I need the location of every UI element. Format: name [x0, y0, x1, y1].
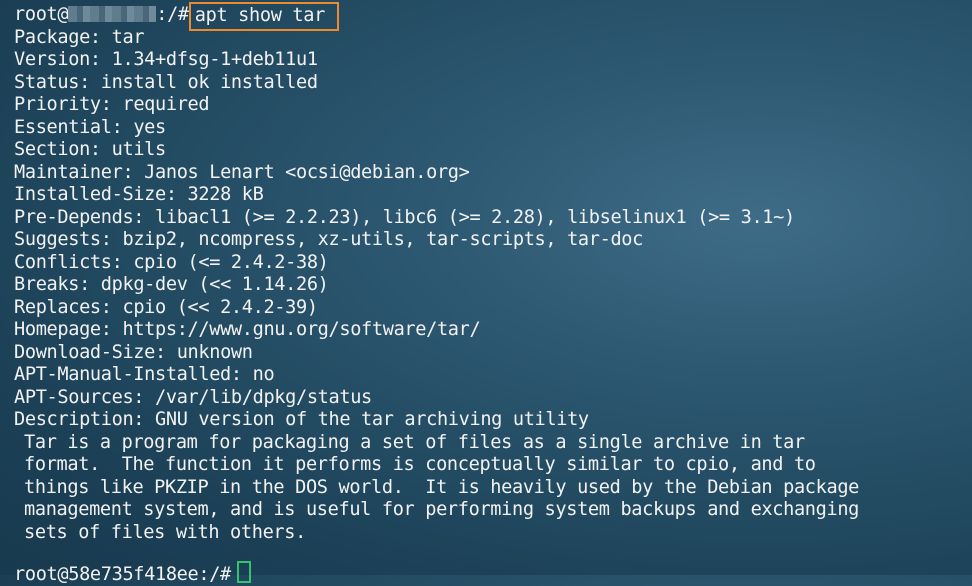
- field-separator: :: [100, 94, 123, 115]
- field-key: Breaks: [14, 274, 80, 295]
- field-value: cpio (<< 2.4.2-39): [122, 296, 318, 318]
- field-value: libacl1 (>= 2.2.23), libc6 (>= 2.28), li…: [155, 206, 795, 228]
- field-line: Maintainer: Janos Lenart <ocsi@debian.or…: [14, 162, 972, 185]
- prompt-user: root@: [14, 4, 69, 25]
- field-value: dpkg-dev (<< 1.14.26): [100, 274, 329, 295]
- field-line: Version: 1.34+dfsg-1+deb11u1: [14, 49, 972, 72]
- field-separator: :: [111, 251, 134, 273]
- field-separator: :: [100, 296, 123, 318]
- field-separator: :: [133, 206, 155, 228]
- field-key: Conflicts: [14, 251, 112, 273]
- field-key: Suggests: [14, 229, 101, 250]
- field-value: Janos Lenart <ocsi@debian.org>: [144, 161, 470, 183]
- description-line: Tar is a program for packaging a set of …: [24, 431, 805, 453]
- field-key: Section: [14, 139, 90, 160]
- description-line: management system, and is useful for per…: [24, 499, 860, 520]
- field-line: Pre-Depends: libacl1 (>= 2.2.23), libc6 …: [14, 207, 972, 230]
- field-key: Installed-Size: [14, 184, 166, 205]
- bottom-prompt-line[interactable]: root@58e735f418ee:/#: [14, 561, 251, 586]
- field-line: Description: GNU version of the tar arch…: [14, 409, 972, 432]
- field-separator: :: [122, 161, 145, 183]
- field-separator: :: [154, 341, 177, 363]
- field-key: Homepage: [14, 319, 101, 340]
- field-separator: :: [79, 71, 101, 93]
- field-key: Version: [14, 49, 90, 70]
- description-line: format. The function it performs is conc…: [24, 454, 816, 475]
- field-key: Essential: [14, 116, 112, 138]
- command-line: root@ :/# apt show tar: [14, 2, 972, 31]
- package-description: Tar is a program for packaging a set of …: [14, 432, 972, 545]
- field-value: https://www.gnu.org/software/tar/: [122, 319, 481, 340]
- command-highlight-box: apt show tar: [188, 2, 339, 31]
- field-value: install ok installed: [100, 71, 318, 93]
- field-value: no: [252, 364, 275, 385]
- field-value: unknown: [176, 341, 253, 363]
- field-line: Installed-Size: 3228 kB: [14, 184, 972, 207]
- field-line: Section: utils: [14, 139, 972, 162]
- field-key: Replaces: [14, 296, 101, 318]
- field-separator: :: [133, 409, 155, 430]
- description-line: sets of files with others.: [24, 521, 306, 543]
- field-value: utils: [111, 139, 167, 160]
- field-separator: :: [100, 229, 123, 250]
- field-value: cpio (<= 2.4.2-38): [133, 251, 329, 273]
- field-key: APT-Sources: [14, 386, 134, 408]
- field-line: APT-Sources: /var/lib/dpkg/status: [14, 387, 972, 410]
- field-value: 3228 kB: [187, 184, 264, 205]
- field-value: required: [122, 94, 210, 115]
- field-value: 1.34+dfsg-1+deb11u1: [111, 49, 318, 70]
- field-value: GNU version of the tar archiving utility: [155, 409, 589, 430]
- field-value: yes: [133, 116, 166, 138]
- field-separator: :: [111, 116, 134, 138]
- field-line: Suggests: bzip2, ncompress, xz-utils, ta…: [14, 229, 972, 252]
- field-key: Description: [14, 409, 134, 430]
- field-key: Priority: [14, 94, 101, 115]
- field-key: Pre-Depends: [14, 206, 134, 228]
- field-line: Replaces: cpio (<< 2.4.2-39): [14, 297, 972, 320]
- field-key: Maintainer: [14, 161, 123, 183]
- description-line: things like PKZIP in the DOS world. It i…: [24, 476, 860, 498]
- field-key: APT-Manual-Installed: [14, 364, 231, 385]
- field-separator: :: [89, 49, 112, 70]
- field-separator: :: [79, 274, 101, 295]
- field-value: tar: [111, 26, 145, 48]
- field-value: /var/lib/dpkg/status: [155, 386, 372, 408]
- field-separator: :: [133, 386, 155, 408]
- field-separator: :: [100, 319, 123, 340]
- field-line: Breaks: dpkg-dev (<< 1.14.26): [14, 274, 972, 297]
- redacted-hostname: [68, 6, 157, 22]
- field-separator: :: [89, 26, 112, 48]
- terminal-cursor: [236, 561, 251, 583]
- command-text: apt show tar: [194, 5, 325, 26]
- field-line: Homepage: https://www.gnu.org/software/t…: [14, 319, 972, 342]
- package-fields: Package: tar Version: 1.34+dfsg-1+deb11u1…: [14, 27, 972, 432]
- field-separator: :: [230, 364, 253, 385]
- prompt-suffix: :/#: [156, 4, 189, 25]
- field-value: bzip2, ncompress, xz-utils, tar-scripts,…: [122, 229, 643, 250]
- field-line: Download-Size: unknown: [14, 342, 972, 365]
- field-line: Conflicts: cpio (<= 2.4.2-38): [14, 252, 972, 275]
- field-line: Status: install ok installed: [14, 72, 972, 95]
- field-separator: :: [165, 184, 188, 205]
- field-line: Package: tar: [14, 27, 972, 50]
- field-line: Essential: yes: [14, 117, 972, 140]
- field-key: Package: [14, 26, 90, 48]
- terminal-output: root@:/# apt show tar Package: tar Version…: [14, 2, 972, 575]
- field-key: Download-Size: [14, 341, 155, 363]
- field-separator: :: [89, 139, 112, 160]
- field-key: Status: [14, 71, 80, 93]
- field-line: APT-Manual-Installed: no: [14, 364, 972, 387]
- field-line: Priority: required: [14, 94, 972, 117]
